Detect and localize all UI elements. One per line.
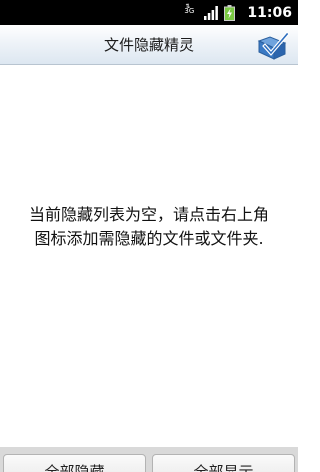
empty-list-message: 当前隐藏列表为空，请点击右上角 图标添加需隐藏的文件或文件夹. [0, 203, 298, 251]
status-clock: 11:06 [247, 4, 292, 21]
data-activity-icon: ⇅ 3G [184, 2, 195, 15]
bottom-action-bar: 全部隐藏 全部显示 [0, 447, 298, 472]
status-bar: ⇅ 3G 11:06 [0, 0, 298, 25]
empty-message-line-1: 当前隐藏列表为空，请点击右上角 [28, 205, 269, 224]
show-all-button[interactable]: 全部显示 [152, 454, 295, 472]
page-title: 文件隐藏精灵 [103, 36, 194, 54]
battery-charging-icon [224, 4, 236, 21]
folder-check-icon[interactable] [256, 29, 290, 61]
network-type-label: 3G [184, 6, 195, 15]
empty-message-line-2: 图标添加需隐藏的文件或文件夹. [34, 229, 264, 248]
signal-strength-icon [204, 5, 219, 20]
title-bar: 文件隐藏精灵 [0, 25, 298, 65]
hide-all-button[interactable]: 全部隐藏 [3, 454, 146, 472]
